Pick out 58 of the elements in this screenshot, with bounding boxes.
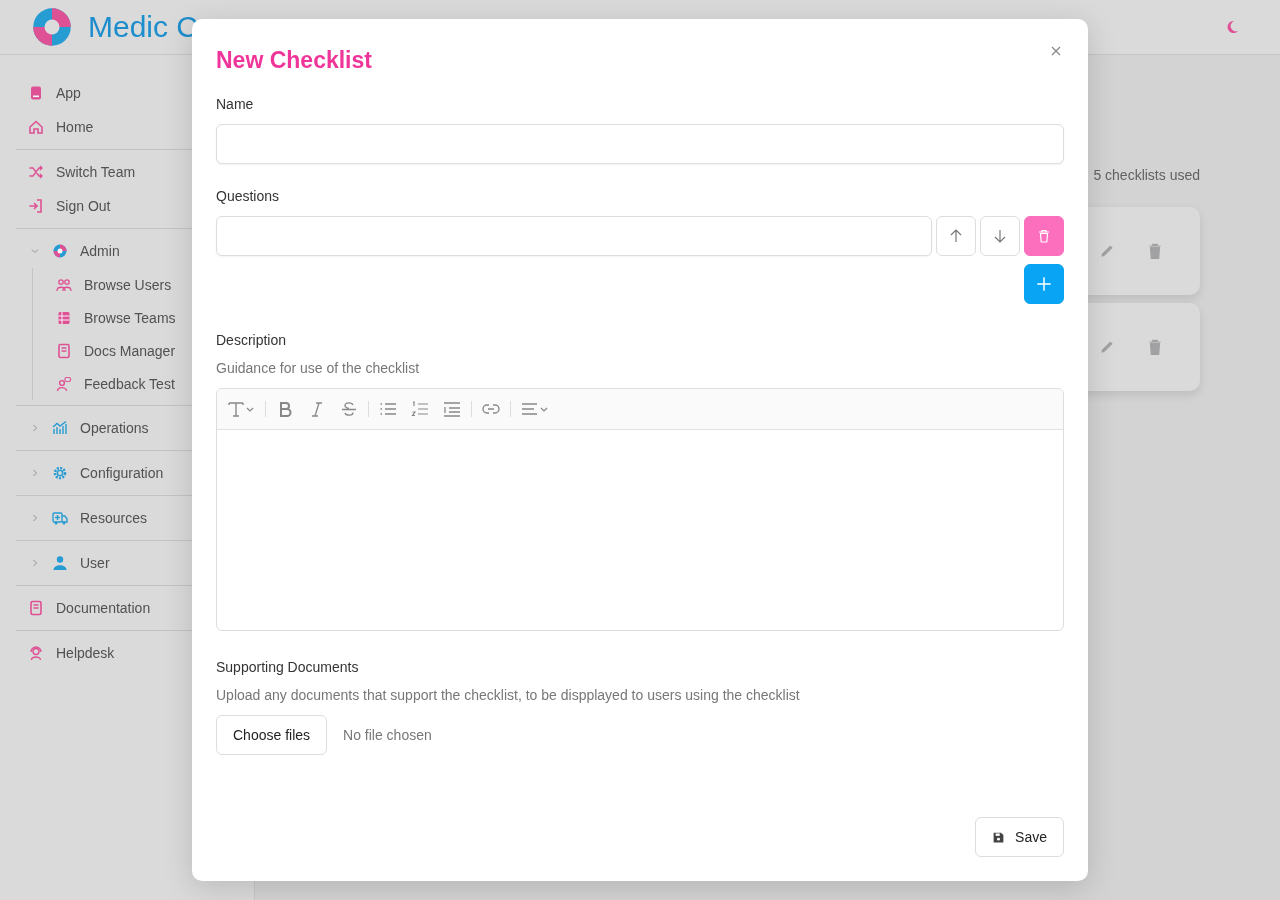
logo-icon xyxy=(32,7,72,47)
save-button[interactable]: Save xyxy=(975,817,1064,857)
trash-icon xyxy=(1036,228,1052,244)
field-label: Description xyxy=(216,332,288,348)
close-icon[interactable] xyxy=(1050,45,1062,57)
sign-in-icon xyxy=(28,198,44,214)
sidebar-item[interactable]: Operations xyxy=(16,411,254,445)
table-icon xyxy=(56,309,72,326)
person-icon xyxy=(52,555,68,571)
choose-files-button[interactable]: Choose files xyxy=(216,715,328,755)
text-style-icon[interactable] xyxy=(227,400,255,418)
book-icon xyxy=(56,342,72,359)
question-field[interactable] xyxy=(216,216,932,256)
align-icon[interactable] xyxy=(521,400,549,418)
person-chat-icon xyxy=(56,375,72,392)
field-hint: Upload any documents that support the checklist, to be dispplayed to users using the checklist xyxy=(216,687,801,703)
name-field[interactable] xyxy=(216,124,1064,164)
strikethrough-icon[interactable] xyxy=(340,400,358,418)
add-button[interactable] xyxy=(1024,264,1064,304)
numbered-list-icon[interactable] xyxy=(411,400,429,418)
sidebar-item[interactable]: User xyxy=(16,546,254,580)
move-up-button[interactable] xyxy=(936,216,976,256)
file-status: No file chosen xyxy=(343,727,432,743)
people-icon xyxy=(56,276,72,293)
trash-icon[interactable] xyxy=(1146,242,1164,260)
field-label: Name xyxy=(216,96,255,112)
sidebar-item[interactable]: Documentation xyxy=(16,591,254,625)
field-hint: Guidance for use of the checklist xyxy=(216,360,421,376)
move-down-button[interactable] xyxy=(980,216,1020,256)
gear-icon xyxy=(52,465,68,481)
indent-icon[interactable] xyxy=(443,400,461,418)
sidebar-item[interactable]: Switch Team xyxy=(16,155,254,189)
field-label: Questions xyxy=(216,188,281,204)
pencil-icon[interactable] xyxy=(1098,242,1116,260)
field-label: Supporting Documents xyxy=(216,659,360,675)
bullet-list-icon[interactable] xyxy=(379,400,397,418)
chart-icon xyxy=(52,420,68,436)
usage-text: 5 checklists used xyxy=(1093,167,1200,183)
ambulance-icon xyxy=(52,510,68,526)
shuffle-icon xyxy=(28,164,44,180)
dialog-title: New Checklist xyxy=(216,47,372,74)
sidebar-item[interactable]: Configuration xyxy=(16,456,254,490)
sidebar-item[interactable]: Home xyxy=(16,110,254,144)
sidebar-item[interactable]: Admin xyxy=(16,234,254,268)
house-icon xyxy=(28,119,44,135)
book-icon xyxy=(28,600,44,616)
sidebar-item[interactable]: Browse Teams xyxy=(33,301,254,334)
sidebar-item[interactable]: Browse Users xyxy=(33,268,254,301)
pencil-icon[interactable] xyxy=(1098,338,1116,356)
logo-icon xyxy=(52,243,68,259)
trash-icon[interactable] xyxy=(1146,338,1164,356)
tablet-icon xyxy=(28,85,44,101)
delete-button[interactable] xyxy=(1024,216,1064,256)
arrow-up-icon xyxy=(948,228,964,244)
plus-icon xyxy=(1035,275,1053,293)
arrow-down-icon xyxy=(992,228,1008,244)
headset-icon xyxy=(28,645,44,661)
sidebar-item[interactable]: Resources xyxy=(16,501,254,535)
